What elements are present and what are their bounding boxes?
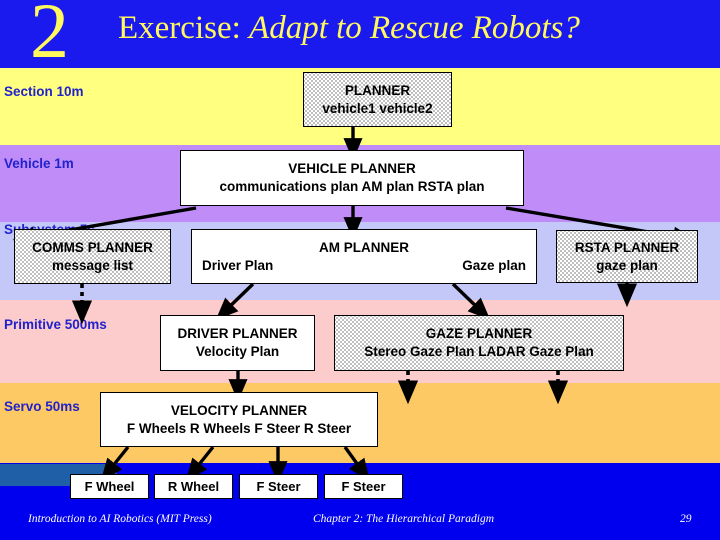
box-rsta-planner-title: RSTA PLANNER	[574, 239, 680, 255]
box-comms-planner[interactable]: COMMS PLANNER message list	[14, 229, 171, 284]
box-velocity-planner-items: F Wheels R Wheels F Steer R Steer	[126, 420, 352, 436]
box-actuator-f-wheel[interactable]: F Wheel	[70, 474, 149, 499]
box-am-planner-item-right: Gaze plan	[462, 257, 526, 273]
box-am-planner-items: Driver Plan Gaze plan	[192, 257, 536, 275]
box-planner[interactable]: PLANNER vehicle1 vehicle2	[303, 72, 452, 127]
row-label-primitive: Primitive 500ms	[4, 317, 107, 332]
box-gaze-planner-items: Stereo Gaze Plan LADAR Gaze Plan	[364, 344, 594, 359]
box-velocity-planner-title: VELOCITY PLANNER	[170, 402, 308, 418]
box-actuator-r-steer[interactable]: F Steer	[324, 474, 403, 499]
row-label-section: Section 10m	[4, 84, 84, 99]
box-gaze-planner[interactable]: GAZE PLANNER Stereo Gaze Plan LADAR Gaze…	[334, 315, 624, 371]
box-vehicle-planner-items: communications plan AM plan RSTA plan	[219, 179, 485, 194]
box-actuator-r-wheel[interactable]: R Wheel	[154, 474, 233, 499]
page-title: Exercise: Adapt to Rescue Robots?	[118, 10, 580, 47]
page-title-regular: Exercise:	[118, 10, 250, 46]
box-rsta-planner-items: gaze plan	[596, 257, 658, 273]
row-label-servo: Servo 50ms	[4, 399, 80, 414]
box-velocity-planner[interactable]: VELOCITY PLANNER F Wheels R Wheels F Ste…	[100, 392, 378, 447]
box-am-planner-title: AM PLANNER	[319, 239, 409, 255]
footer-chapter: Chapter 2: The Hierarchical Paradigm	[313, 513, 495, 525]
box-planner-title: PLANNER	[344, 82, 411, 98]
box-gaze-planner-title: GAZE PLANNER	[425, 326, 533, 342]
footer-page-number: 29	[680, 513, 692, 525]
box-comms-planner-title: COMMS PLANNER	[32, 239, 153, 255]
box-driver-planner[interactable]: DRIVER PLANNER Velocity Plan	[160, 315, 315, 371]
box-driver-planner-items: Velocity Plan	[195, 344, 280, 359]
box-vehicle-planner-title: VEHICLE PLANNER	[288, 161, 416, 177]
row-label-vehicle: Vehicle 1m	[4, 156, 74, 171]
box-planner-items: vehicle1 vehicle2	[322, 100, 433, 116]
box-rsta-planner[interactable]: RSTA PLANNER gaze plan	[556, 230, 698, 283]
box-actuator-f-steer[interactable]: F Steer	[239, 474, 318, 499]
box-am-planner[interactable]: AM PLANNER Driver Plan Gaze plan	[191, 229, 537, 284]
box-vehicle-planner[interactable]: VEHICLE PLANNER communications plan AM p…	[180, 150, 524, 206]
page-title-italic: Adapt to Rescue Robots?	[249, 10, 580, 46]
box-am-planner-item-left: Driver Plan	[202, 257, 274, 273]
box-driver-planner-title: DRIVER PLANNER	[177, 326, 298, 342]
slide-number: 2	[30, 0, 69, 74]
footer-book-title: Introduction to AI Robotics (MIT Press)	[28, 513, 212, 525]
box-comms-planner-items: message list	[51, 257, 134, 273]
slide-canvas: 2 Exercise: Adapt to Rescue Robots? Sect…	[0, 0, 720, 540]
